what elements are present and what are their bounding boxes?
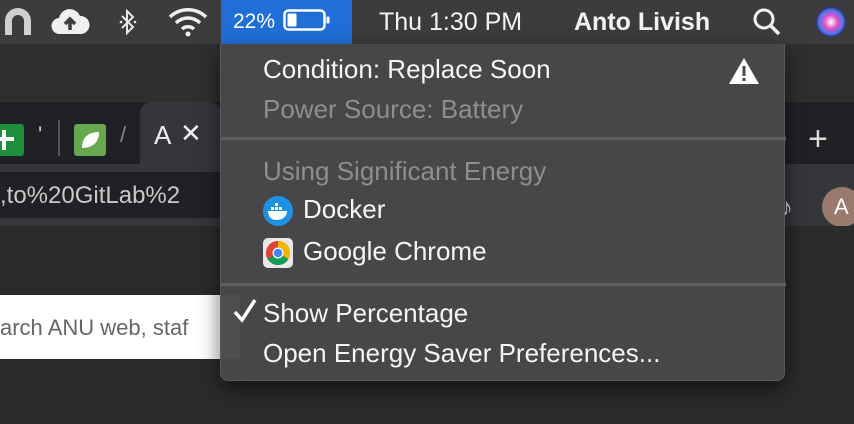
chrome-icon	[263, 238, 293, 268]
battery-menu: Condition: Replace Soon Power Source: Ba…	[220, 44, 786, 381]
show-percentage-label: Show Percentage	[263, 298, 469, 328]
active-tab[interactable]: A ✕	[140, 102, 222, 164]
address-bar-url[interactable]: ,to%20GitLab%2	[0, 182, 180, 210]
checkmark-icon	[233, 298, 257, 329]
battery-percentage: 22%	[233, 10, 276, 33]
energy-app-name: Docker	[303, 194, 386, 224]
tab-divider	[58, 120, 60, 156]
energy-app-chrome[interactable]: Google Chrome	[221, 232, 786, 274]
open-energy-saver-item[interactable]: Open Energy Saver Preferences...	[221, 334, 786, 374]
profile-avatar[interactable]: A	[822, 187, 854, 227]
leaf-tab-icon[interactable]	[74, 124, 106, 156]
menu-bar: 22% Thu 1:30 PM Anto Livish	[0, 0, 854, 44]
search-placeholder: arch ANU web, staf	[0, 315, 189, 340]
energy-app-name: Google Chrome	[303, 236, 487, 266]
new-tab-button[interactable]: +	[808, 122, 828, 156]
battery-status-item[interactable]: 22%	[221, 0, 352, 44]
tab-title-fragment: /	[120, 122, 127, 147]
app-arch-icon[interactable]	[0, 0, 36, 44]
site-search-input[interactable]: arch ANU web, staf	[0, 295, 240, 359]
show-percentage-item[interactable]: Show Percentage	[221, 294, 786, 334]
sheets-tab-icon[interactable]	[0, 124, 24, 156]
spotlight-search-icon[interactable]	[750, 0, 784, 44]
warning-icon	[727, 56, 761, 91]
power-source: Power Source: Battery	[263, 94, 524, 124]
active-tab-title: A	[154, 120, 172, 150]
menubar-clock[interactable]: Thu 1:30 PM	[379, 0, 522, 44]
cloud-upload-icon[interactable]	[48, 0, 92, 44]
docker-icon	[263, 196, 293, 226]
battery-condition: Condition: Replace Soon	[263, 54, 551, 84]
bluetooth-icon[interactable]	[116, 0, 140, 44]
tab-title-fragment: '	[38, 122, 43, 147]
energy-app-docker[interactable]: Docker	[221, 190, 786, 232]
battery-icon	[283, 8, 331, 37]
open-energy-saver-label: Open Energy Saver Preferences...	[263, 338, 661, 368]
menubar-user-name[interactable]: Anto Livish	[574, 0, 710, 44]
menu-separator	[221, 137, 786, 140]
energy-header: Using Significant Energy	[263, 156, 547, 186]
tab-close-icon[interactable]: ✕	[180, 118, 202, 149]
menu-separator	[221, 283, 786, 286]
siri-icon[interactable]	[814, 0, 848, 44]
wifi-icon[interactable]	[166, 0, 210, 44]
